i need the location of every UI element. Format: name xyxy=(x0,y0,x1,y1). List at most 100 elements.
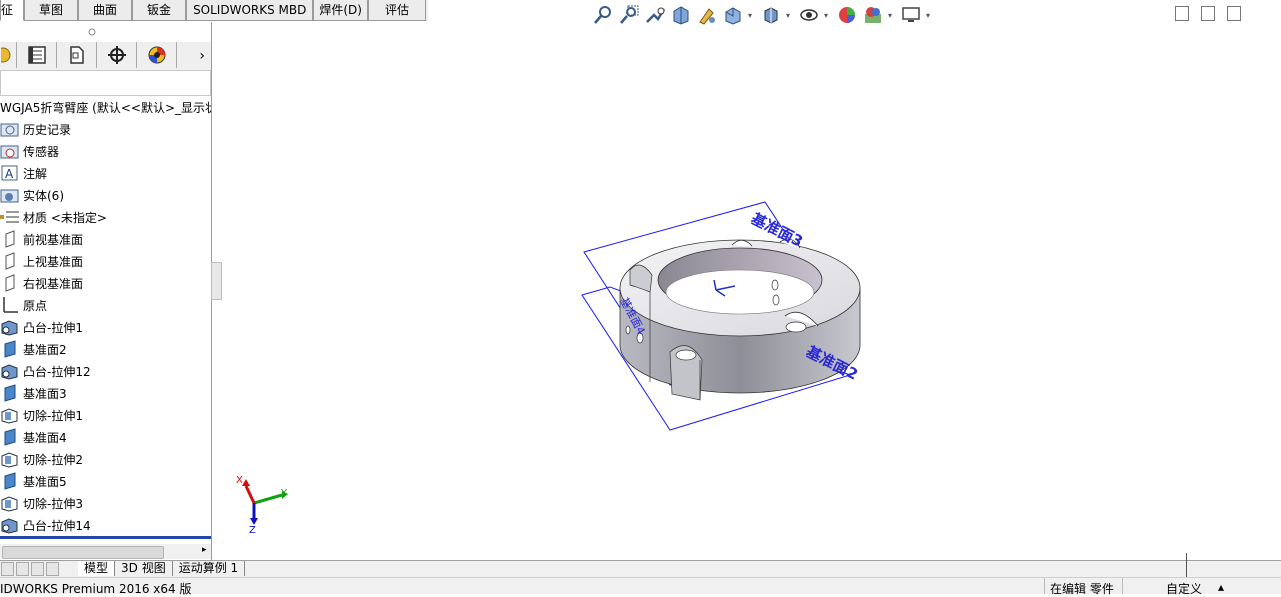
history-folder-icon xyxy=(0,120,20,138)
chevron-up-icon[interactable]: ▴ xyxy=(1218,580,1224,594)
sensor-icon xyxy=(0,142,20,160)
tab-solidworks-mbd[interactable]: SOLIDWORKS MBD xyxy=(186,0,314,21)
tab-surfaces[interactable]: 曲面 xyxy=(78,0,133,21)
tree-item-origin[interactable]: 原点 xyxy=(0,294,211,316)
scroll-right-icon[interactable]: ▸ xyxy=(202,545,207,555)
cut-extrude-icon xyxy=(0,450,20,468)
tree-item-solid-bodies[interactable]: 实体(6) xyxy=(0,184,211,206)
collapse-right-icon[interactable] xyxy=(1201,6,1215,21)
triad-z-label: Z xyxy=(249,525,256,536)
divider xyxy=(1186,553,1187,577)
tree-item-history[interactable]: 历史记录 xyxy=(0,118,211,140)
scrollbar-thumb[interactable] xyxy=(2,546,164,559)
zoom-to-area-icon[interactable] xyxy=(618,4,640,26)
tab-sheet-metal[interactable]: 钣金 xyxy=(132,0,187,21)
cut-extrude-icon xyxy=(0,406,20,424)
status-mode: 在编辑 零件 xyxy=(1050,582,1114,596)
origin-icon xyxy=(0,296,20,314)
view-settings-icon[interactable] xyxy=(900,4,922,26)
bottom-tabs: 模型 3D 视图 运动算例 1 xyxy=(0,560,1281,577)
tree-root-part[interactable]: WGJA5折弯臂座 (默认<<默认>_显示状 xyxy=(0,99,211,116)
section-view-icon[interactable] xyxy=(670,4,692,26)
chevron-down-icon[interactable]: ▾ xyxy=(926,11,934,20)
first-tab-icon[interactable] xyxy=(1,562,14,576)
expand-icon[interactable] xyxy=(1227,6,1241,21)
tree-item-plane2[interactable]: 基准面2 xyxy=(0,338,211,360)
previous-view-icon[interactable] xyxy=(644,4,666,26)
triad-x-label: X xyxy=(236,475,243,486)
apply-scene-icon[interactable] xyxy=(862,4,884,26)
tree-item-sensors[interactable]: 传感器 xyxy=(0,140,211,162)
boss-extrude-icon xyxy=(0,516,20,534)
triad-y-label: Y xyxy=(280,488,288,499)
chevron-down-icon[interactable]: ▾ xyxy=(748,11,756,20)
next-tab-icon[interactable] xyxy=(31,562,44,576)
plane-icon xyxy=(0,252,20,270)
svg-text:A: A xyxy=(5,167,14,181)
tree-item-plane3[interactable]: 基准面3 xyxy=(0,382,211,404)
hide-show-items-icon[interactable] xyxy=(798,4,820,26)
window-controls xyxy=(1175,6,1241,21)
plane-icon xyxy=(0,230,20,248)
chevron-down-icon[interactable]: ▾ xyxy=(824,11,832,20)
last-tab-icon[interactable] xyxy=(46,562,59,576)
tree-item-annotations[interactable]: A 注解 xyxy=(0,162,211,184)
tab-motion-study-1[interactable]: 运动算例 1 xyxy=(173,561,246,576)
plane-icon xyxy=(0,274,20,292)
tree-item-plane4[interactable]: 基准面4 xyxy=(0,426,211,448)
annotation-icon: A xyxy=(0,164,20,182)
tab-weldments[interactable]: 焊件(D) xyxy=(313,0,368,21)
status-bar: IDWORKS Premium 2016 x64 版 在编辑 零件 自定义 ▴ xyxy=(0,577,1281,597)
ref-plane-icon xyxy=(0,340,20,358)
collapse-left-icon[interactable] xyxy=(1175,6,1189,21)
tab-evaluate[interactable]: 评估 xyxy=(367,0,426,21)
ref-plane-icon xyxy=(0,428,20,446)
view-orientation-icon[interactable] xyxy=(722,4,744,26)
tree-item-boss-extrude1[interactable]: 凸台-拉伸1 xyxy=(0,316,211,338)
ref-plane-icon xyxy=(0,384,20,402)
display-manager-icon[interactable] xyxy=(137,42,177,68)
tree-item-front-plane[interactable]: 前视基准面 xyxy=(0,228,211,250)
zoom-to-fit-icon[interactable] xyxy=(592,4,614,26)
tree-item-cut-extrude3[interactable]: 切除-拉伸3 xyxy=(0,492,211,514)
tree-item-cut-extrude1[interactable]: 切除-拉伸1 xyxy=(0,404,211,426)
tree-item-boss-extrude14[interactable]: 凸台-拉伸14 xyxy=(0,514,211,536)
chevron-right-icon[interactable]: › xyxy=(177,42,211,70)
status-units[interactable]: 自定义 xyxy=(1166,580,1202,597)
cut-extrude-icon xyxy=(0,494,20,512)
boss-extrude-icon xyxy=(0,318,20,336)
tree-item-boss-extrude12[interactable]: 凸台-拉伸12 xyxy=(0,360,211,382)
tab-sketch[interactable]: 草图 xyxy=(24,0,79,21)
feature-manager-icon[interactable] xyxy=(0,42,17,68)
tab-model[interactable]: 模型 xyxy=(78,561,116,576)
property-manager-icon[interactable] xyxy=(17,42,57,68)
dynamic-annotation-icon[interactable] xyxy=(696,4,718,26)
feature-tree: 历史记录 传感器 A 注解 实体(6) 材质 <未指定> 前视基准面 上视基准面… xyxy=(0,118,211,536)
configuration-manager-icon[interactable] xyxy=(57,42,97,68)
material-icon xyxy=(0,208,20,226)
tree-item-plane5[interactable]: 基准面5 xyxy=(0,470,211,492)
display-style-icon[interactable] xyxy=(760,4,782,26)
boss-extrude-icon xyxy=(0,362,20,380)
ref-plane-icon xyxy=(0,472,20,490)
solid-bodies-icon xyxy=(0,186,20,204)
manager-tabs: › xyxy=(0,42,211,71)
tree-item-right-plane[interactable]: 右视基准面 xyxy=(0,272,211,294)
chevron-down-icon[interactable]: ▾ xyxy=(888,11,896,20)
panel-grip[interactable] xyxy=(0,22,211,42)
tab-features[interactable]: 征 xyxy=(0,0,25,21)
coordinate-triad: X Y Z xyxy=(236,475,288,536)
chevron-down-icon[interactable]: ▾ xyxy=(786,11,794,20)
tree-item-cut-extrude2[interactable]: 切除-拉伸2 xyxy=(0,448,211,470)
heads-up-view-toolbar: ▾ ▾ ▾ ▾ ▾ xyxy=(592,2,934,28)
edit-appearance-icon[interactable] xyxy=(836,4,858,26)
tree-item-material[interactable]: 材质 <未指定> xyxy=(0,206,211,228)
prev-tab-icon[interactable] xyxy=(16,562,29,576)
dimxpert-manager-icon[interactable] xyxy=(97,42,137,68)
tree-item-top-plane[interactable]: 上视基准面 xyxy=(0,250,211,272)
tree-filter-input[interactable] xyxy=(0,70,211,96)
graphics-viewport[interactable]: 基准面3 基准面2 基准面4 X Y Z xyxy=(220,30,1280,558)
tab-3d-views[interactable]: 3D 视图 xyxy=(115,561,173,576)
rollback-bar[interactable] xyxy=(0,536,211,539)
status-product: IDWORKS Premium 2016 x64 版 xyxy=(0,582,192,596)
